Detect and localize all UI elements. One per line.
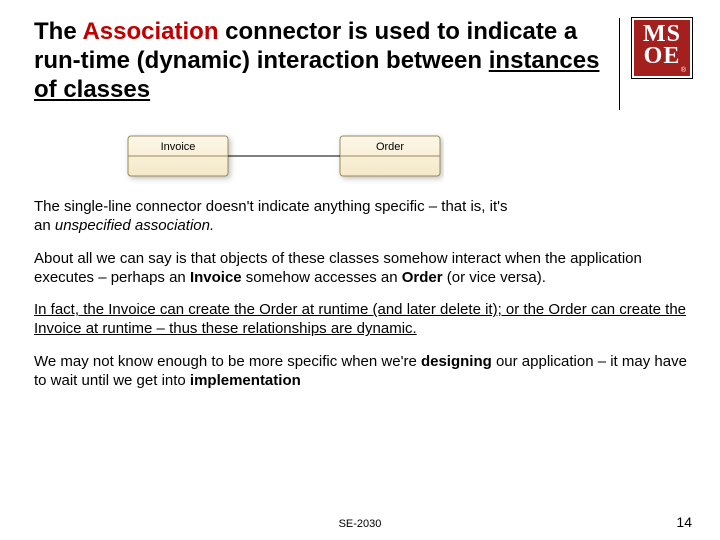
- slide: The Association connector is used to ind…: [0, 0, 720, 540]
- page-number: 14: [676, 514, 692, 530]
- logo-line1: MS: [643, 23, 681, 45]
- p1-b: unspecified association.: [55, 217, 214, 234]
- header: The Association connector is used to ind…: [34, 18, 692, 110]
- paragraph-4: We may not know enough to be more specif…: [34, 353, 692, 391]
- paragraph-2: About all we can say is that objects of …: [34, 250, 692, 288]
- p2-mid: somehow accesses an: [242, 269, 402, 286]
- title-block: The Association connector is used to ind…: [34, 18, 620, 110]
- logo-line2: OE: [644, 45, 681, 67]
- paragraph-1: The single-line connector doesn't indica…: [34, 198, 514, 236]
- p4-a: We may not know enough to be more specif…: [34, 353, 421, 370]
- class-label-invoice: Invoice: [161, 141, 196, 153]
- title-highlight: Association: [82, 18, 218, 45]
- slide-title: The Association connector is used to ind…: [34, 18, 611, 104]
- p2-b1: Invoice: [190, 269, 242, 286]
- p4-b2: implementation: [190, 372, 301, 389]
- title-pre: The: [34, 18, 82, 45]
- msoe-logo: MS OE ®: [632, 18, 692, 78]
- class-label-order: Order: [376, 141, 404, 153]
- logo-registered: ®: [681, 68, 686, 74]
- uml-association-diagram: Invoice Order: [124, 128, 444, 188]
- footer-course: SE-2030: [0, 518, 720, 530]
- p4-b1: designing: [421, 353, 492, 370]
- p2-b2: Order: [402, 269, 443, 286]
- paragraph-3: In fact, the Invoice can create the Orde…: [34, 301, 692, 339]
- uml-diagram: Invoice Order: [124, 128, 692, 188]
- p2-c: (or vice versa).: [443, 269, 546, 286]
